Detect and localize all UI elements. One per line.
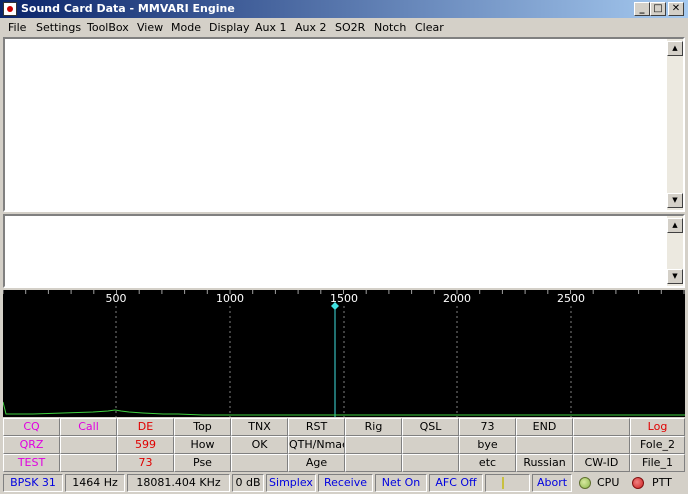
menu-display[interactable]: Display (209, 21, 250, 34)
macro-button-russian[interactable]: Russian (516, 454, 573, 472)
macro-button-empty[interactable] (402, 454, 459, 472)
macro-button-empty[interactable] (345, 454, 402, 472)
macro-button-de[interactable]: DE (117, 418, 174, 436)
tick-labels: 500 1000 1500 2000 2500 (106, 292, 586, 305)
tick-label-2000: 2000 (443, 292, 471, 305)
menu-so2r[interactable]: SO2R (335, 21, 365, 34)
menu-bar: File Settings ToolBox View Mode Display … (0, 18, 688, 37)
spectrum-display[interactable]: 500 1000 1500 2000 2500 (3, 290, 685, 417)
sync-indicator (485, 474, 530, 492)
cpu-led-icon (579, 477, 591, 489)
macro-button-qth-nmae[interactable]: QTH/Nmae (288, 436, 345, 454)
ptt-led-icon[interactable] (632, 477, 644, 489)
menu-mode[interactable]: Mode (171, 21, 201, 34)
level-readout: 0 dB (232, 474, 264, 492)
receive-button[interactable]: Receive (318, 474, 373, 492)
macro-button-test[interactable]: TEST (3, 454, 60, 472)
macro-button-qrz[interactable]: QRZ (3, 436, 60, 454)
menu-settings[interactable]: Settings (36, 21, 81, 34)
macro-button-etc[interactable]: etc (459, 454, 516, 472)
app-icon[interactable] (3, 2, 17, 16)
spectrum-trace (3, 401, 685, 416)
menu-file[interactable]: File (8, 21, 26, 34)
macro-button-top[interactable]: Top (174, 418, 231, 436)
menu-clear[interactable]: Clear (415, 21, 444, 34)
mode-select[interactable]: BPSK 31 (3, 474, 63, 492)
window-title: Sound Card Data - MMVARI Engine (21, 2, 235, 15)
scroll-up-icon[interactable]: ▲ (667, 218, 683, 233)
macro-button-tnx[interactable]: TNX (231, 418, 288, 436)
tick-label-2500: 2500 (557, 292, 585, 305)
macro-button-empty[interactable] (573, 418, 630, 436)
close-button[interactable]: ✕ (668, 2, 684, 16)
macro-button-cq[interactable]: CQ (3, 418, 60, 436)
macro-button-how[interactable]: How (174, 436, 231, 454)
audio-frequency[interactable]: 1464 Hz (65, 474, 125, 492)
macro-button-empty[interactable] (402, 436, 459, 454)
macro-button-empty[interactable] (345, 436, 402, 454)
macro-button-call[interactable]: Call (60, 418, 117, 436)
tick-label-1000: 1000 (216, 292, 244, 305)
macro-button-73[interactable]: 73 (459, 418, 516, 436)
scroll-down-icon[interactable]: ▼ (667, 193, 683, 208)
abort-button[interactable]: Abort (532, 474, 572, 492)
macro-button-empty[interactable] (60, 436, 117, 454)
menu-aux2[interactable]: Aux 2 (295, 21, 327, 34)
transmit-scrollbar[interactable]: ▲ ▼ (667, 216, 683, 286)
cpu-label: CPU (597, 476, 620, 489)
receive-text-pane[interactable]: ▲ ▼ (3, 37, 685, 212)
receive-scrollbar[interactable]: ▲ ▼ (667, 39, 683, 210)
ptt-label: PTT (652, 476, 672, 489)
macro-button-pse[interactable]: Pse (174, 454, 231, 472)
menu-view[interactable]: View (137, 21, 163, 34)
status-bar: BPSK 31 1464 Hz 18081.404 KHz 0 dB Simpl… (0, 473, 688, 494)
net-on-button[interactable]: Net On (375, 474, 427, 492)
simplex-button[interactable]: Simplex (266, 474, 316, 492)
macro-button-end[interactable]: END (516, 418, 573, 436)
afc-button[interactable]: AFC Off (429, 474, 483, 492)
maximize-button[interactable]: □ (650, 2, 666, 16)
transmit-text-pane[interactable]: ▲ ▼ (3, 214, 685, 288)
macro-button-log[interactable]: Log (630, 418, 685, 436)
minimize-button[interactable]: _ (634, 2, 650, 16)
macro-button-empty[interactable] (573, 436, 630, 454)
macro-button-empty[interactable] (60, 454, 117, 472)
title-bar: Sound Card Data - MMVARI Engine _ □ ✕ (0, 0, 688, 18)
scroll-up-icon[interactable]: ▲ (667, 41, 683, 56)
sync-bar-icon (502, 477, 504, 489)
macro-button-rig[interactable]: Rig (345, 418, 402, 436)
macro-button-cw-id[interactable]: CW-ID (573, 454, 630, 472)
macro-button-rst[interactable]: RST (288, 418, 345, 436)
tick-label-500: 500 (106, 292, 127, 305)
macro-button-empty[interactable] (231, 454, 288, 472)
macro-button-fole-2[interactable]: Fole_2 (630, 436, 685, 454)
macro-button-file-1[interactable]: File_1 (630, 454, 685, 472)
menu-toolbox[interactable]: ToolBox (87, 21, 129, 34)
macro-button-empty[interactable] (516, 436, 573, 454)
scroll-down-icon[interactable]: ▼ (667, 269, 683, 284)
macro-button-bye[interactable]: bye (459, 436, 516, 454)
macro-button-age[interactable]: Age (288, 454, 345, 472)
macro-button-qsl[interactable]: QSL (402, 418, 459, 436)
menu-notch[interactable]: Notch (374, 21, 406, 34)
macro-button-599[interactable]: 599 (117, 436, 174, 454)
rf-frequency[interactable]: 18081.404 KHz (127, 474, 230, 492)
macro-button-73[interactable]: 73 (117, 454, 174, 472)
menu-aux1[interactable]: Aux 1 (255, 21, 287, 34)
macro-button-ok[interactable]: OK (231, 436, 288, 454)
